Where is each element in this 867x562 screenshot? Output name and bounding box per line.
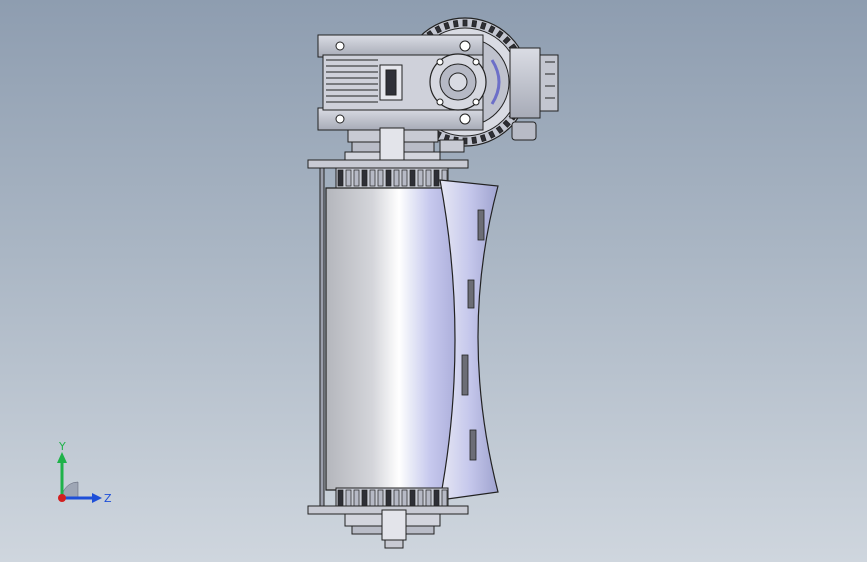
blade-pad <box>477 209 485 241</box>
sprocket-tooth <box>417 169 424 187</box>
sprocket-tooth <box>425 489 432 507</box>
sprocket-tooth <box>409 489 416 507</box>
roller-drum <box>325 187 460 491</box>
sprocket-tooth <box>401 489 408 507</box>
sprocket-tooth <box>433 489 440 507</box>
sprocket-tooth <box>417 489 424 507</box>
upper-sprocket <box>335 167 449 189</box>
top-mounting-plate <box>307 159 469 169</box>
sprocket-tooth <box>361 489 368 507</box>
sprocket-tooth <box>393 489 400 507</box>
sprocket-tooth <box>369 169 376 187</box>
sprocket-tooth <box>377 489 384 507</box>
y-axis-label: Y <box>58 440 66 453</box>
sprocket-tooth <box>345 489 352 507</box>
sprocket-tooth <box>345 169 352 187</box>
sprocket-tooth <box>425 169 432 187</box>
blade-pad <box>467 279 475 309</box>
gear-tooth <box>471 136 478 145</box>
sprocket-tooth <box>337 489 344 507</box>
gear-tooth <box>471 19 478 28</box>
gearbox-housing <box>317 34 501 131</box>
lower-sprocket <box>335 487 449 509</box>
sprocket-tooth <box>433 169 440 187</box>
blade-pad <box>461 354 469 396</box>
axis-triad: Y Z <box>57 440 112 505</box>
sprocket-tooth <box>393 169 400 187</box>
gear-tooth <box>462 19 468 27</box>
sprocket-tooth <box>409 169 416 187</box>
gear-tooth <box>452 19 459 28</box>
left-frame-bar <box>319 167 325 509</box>
sprocket-tooth <box>361 169 368 187</box>
sprocket-tooth <box>377 169 384 187</box>
sprocket-tooth <box>353 169 360 187</box>
x-axis-dot <box>58 494 66 502</box>
lower-shaft-stack <box>344 509 441 549</box>
sprocket-tooth <box>369 489 376 507</box>
z-axis-arrow <box>92 493 102 503</box>
sprocket-tooth <box>385 489 392 507</box>
y-axis-arrow <box>57 452 67 463</box>
sprocket-tooth <box>337 169 344 187</box>
graphics-viewport[interactable]: Y Z <box>0 0 867 562</box>
terminal-box <box>509 47 559 141</box>
sprocket-tooth <box>353 489 360 507</box>
z-axis-label: Z <box>104 492 112 505</box>
sprocket-tooth <box>441 489 448 507</box>
sprocket-tooth <box>401 169 408 187</box>
blade-pad <box>469 429 477 461</box>
3d-model-view[interactable] <box>0 0 867 562</box>
sprocket-tooth <box>385 169 392 187</box>
